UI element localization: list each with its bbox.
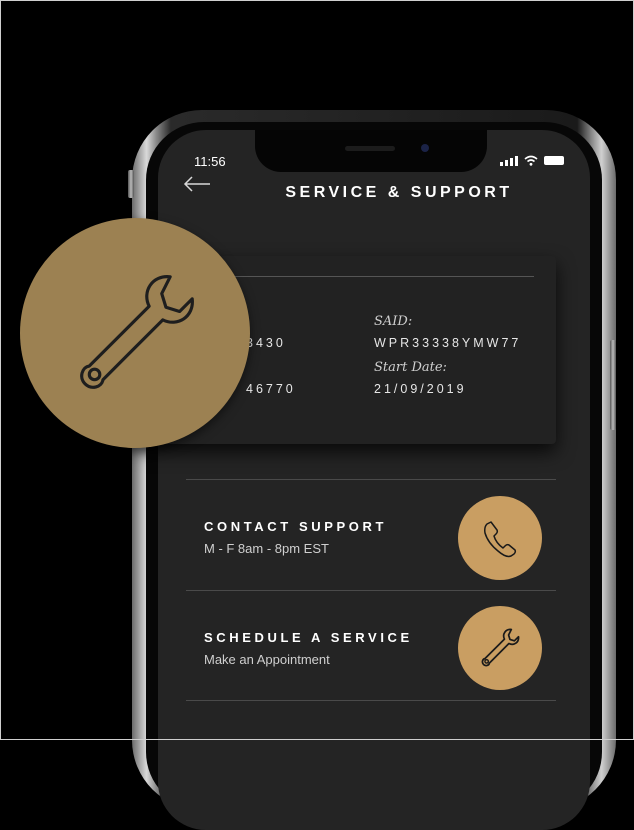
speaker (345, 146, 395, 151)
page-title: SERVICE & SUPPORT (285, 184, 513, 201)
status-icons (500, 155, 564, 166)
wrench-icon (80, 275, 194, 389)
side-button (610, 340, 616, 430)
contact-support-subtitle: M - F 8am - 8pm EST (204, 541, 329, 556)
divider (186, 590, 556, 591)
signal-icon (500, 155, 518, 166)
card-value-2: 46770 (246, 382, 296, 396)
wrench-badge (20, 218, 250, 448)
contact-support-button[interactable] (458, 496, 542, 580)
card-value-1: 3430 (246, 336, 286, 350)
schedule-service-subtitle: Make an Appointment (204, 652, 330, 667)
start-date-label: Start Date: (374, 360, 447, 375)
wifi-icon (524, 155, 538, 166)
phone-icon (484, 521, 517, 558)
divider (186, 479, 556, 480)
side-button (128, 170, 134, 198)
schedule-service-button[interactable] (458, 606, 542, 690)
contact-support-title[interactable]: CONTACT SUPPORT (204, 519, 387, 534)
camera (421, 144, 429, 152)
start-date-value: 21/09/2019 (374, 382, 467, 396)
divider (186, 700, 556, 701)
said-label: SAID: (374, 314, 413, 329)
notch (255, 130, 487, 172)
card-divider (228, 276, 534, 277)
schedule-service-title[interactable]: SCHEDULE A SERVICE (204, 630, 413, 645)
wrench-icon (481, 628, 520, 667)
said-value: WPR33338YMW77 (374, 336, 522, 350)
battery-icon (544, 156, 564, 165)
status-time: 11:56 (194, 154, 226, 169)
